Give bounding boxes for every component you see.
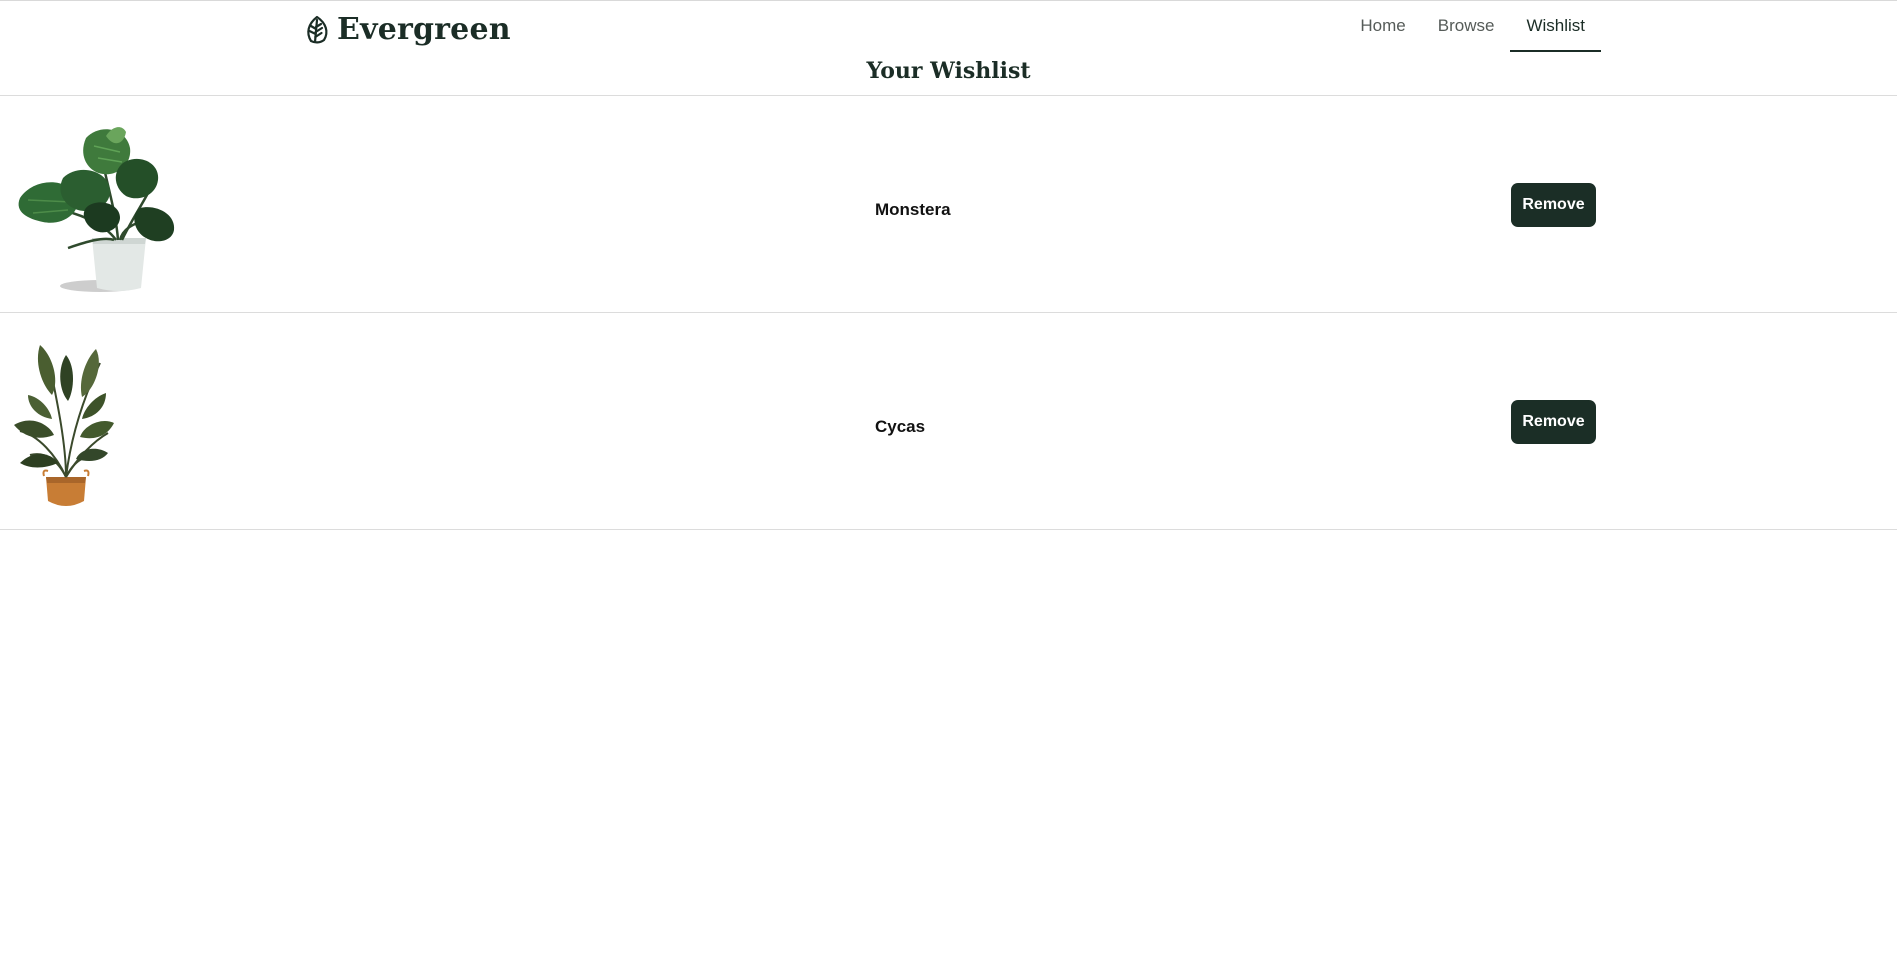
item-name[interactable]: Cycas <box>875 319 925 535</box>
site-header: Evergreen Home Browse Wishlist <box>0 1 1897 55</box>
remove-button[interactable]: Remove <box>1511 183 1596 227</box>
nav-item-home[interactable]: Home <box>1344 1 1421 52</box>
wishlist-item: Monstera Remove <box>0 95 1897 312</box>
wishlist-list: Monstera Remove Cycas Remove <box>0 95 1897 530</box>
item-name[interactable]: Monstera <box>875 102 951 318</box>
cycas-plant-image <box>8 335 188 513</box>
remove-button[interactable]: Remove <box>1511 400 1596 444</box>
wishlist-item: Cycas Remove <box>0 312 1897 530</box>
main-nav: Home Browse Wishlist <box>1344 1 1601 52</box>
monstera-plant-image <box>8 118 188 296</box>
nav-item-browse[interactable]: Browse <box>1422 1 1511 52</box>
nav-item-wishlist[interactable]: Wishlist <box>1510 1 1601 52</box>
brand-logo[interactable]: Evergreen <box>303 13 511 47</box>
page-title: Your Wishlist <box>866 58 1031 84</box>
leaf-icon <box>307 15 328 44</box>
brand-name: Evergreen <box>337 12 511 47</box>
